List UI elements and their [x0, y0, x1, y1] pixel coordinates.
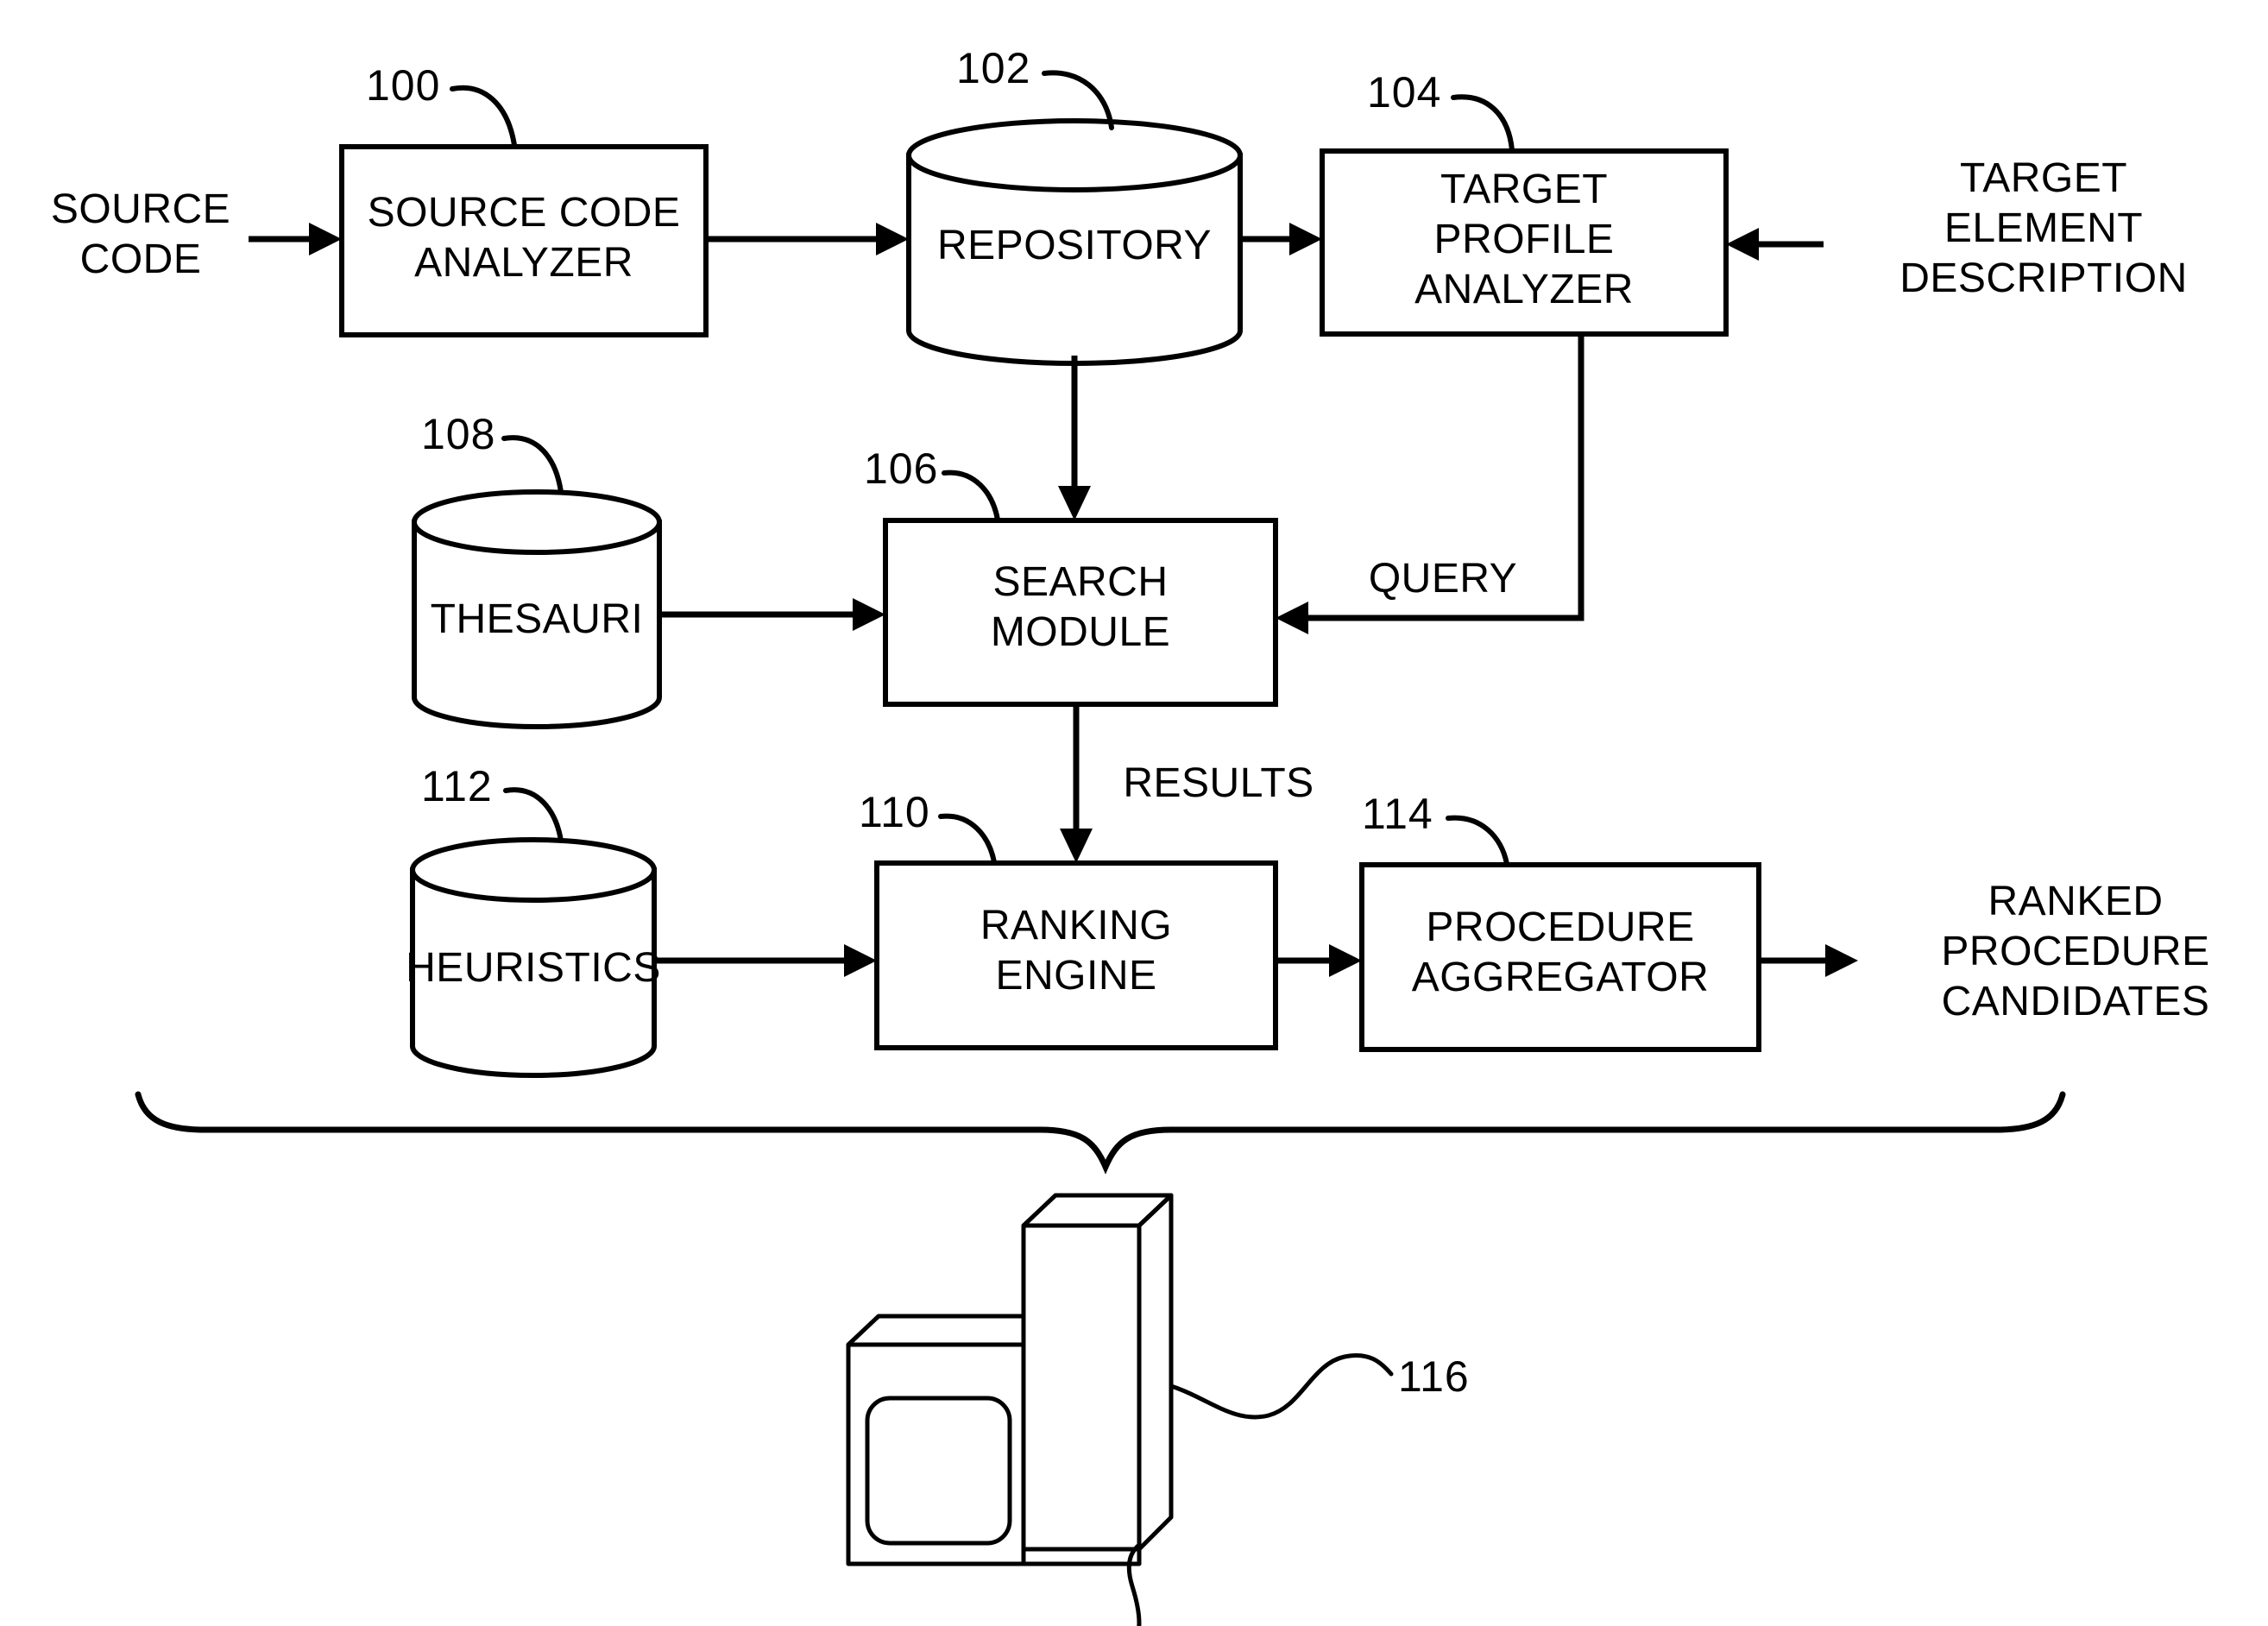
arrow-repository-to-target-profile-analyzer [1240, 223, 1322, 255]
procedure-aggregator-line-2: AGGREGATOR [1412, 955, 1710, 1000]
target-profile-analyzer-line-1: TARGET [1440, 167, 1608, 212]
reference-numeral-106: 106 [864, 444, 1000, 522]
edge-results: RESULTS [1060, 704, 1314, 863]
target-profile-analyzer-line-2: PROFILE [1434, 217, 1615, 262]
node-procedure-aggregator[interactable]: PROCEDURE AGGREGATOR [1359, 862, 1761, 1052]
reference-numeral-100: 100 [366, 61, 517, 148]
node-source-code-analyzer[interactable]: SOURCE CODE ANALYZER [339, 144, 709, 337]
reference-numeral-102: 102 [956, 44, 1114, 130]
ref-110-text: 110 [859, 788, 930, 836]
reference-numeral-114: 114 [1362, 790, 1509, 867]
arrow-heuristics-to-ranking-engine [654, 944, 877, 977]
target-element-description-line-3: DESCRIPTION [1899, 255, 2188, 301]
heuristics-label: HEURISTICS [406, 945, 661, 991]
ref-108-text: 108 [421, 410, 495, 458]
ranking-engine-line-2: ENGINE [995, 953, 1156, 999]
node-search-module[interactable]: SEARCH MODULE [883, 518, 1278, 707]
arrow-source-code-to-analyzer [249, 223, 342, 255]
node-ranking-engine[interactable]: RANKING ENGINE [874, 860, 1278, 1050]
arrow-aggregator-to-output [1759, 944, 1858, 977]
node-computer-system[interactable] [841, 1193, 1394, 1626]
results-label: RESULTS [1123, 760, 1314, 806]
node-target-profile-analyzer[interactable]: TARGET PROFILE ANALYZER [1320, 148, 1729, 337]
edge-query: QUERY [1276, 334, 1584, 634]
target-element-description-line-2: ELEMENT [1944, 205, 2143, 251]
reference-numeral-104: 104 [1367, 68, 1515, 153]
reference-numeral-116: 116 [1398, 1352, 1470, 1401]
repository-label: REPOSITORY [937, 223, 1212, 268]
target-profile-analyzer-line-3: ANALYZER [1414, 267, 1634, 312]
search-module-line-2: MODULE [991, 609, 1170, 655]
procedure-aggregator-line-1: PROCEDURE [1426, 904, 1694, 950]
system-grouping-brace [135, 1091, 2066, 1175]
query-label: QUERY [1369, 556, 1517, 602]
arrow-analyzer-to-repository [706, 223, 909, 255]
arrow-thesauri-to-search-module [659, 598, 885, 631]
block-diagram: SOURCE CODE SOURCE CODE ANALYZER 100 REP… [51, 44, 2209, 1626]
input-label-target-element-description: TARGET ELEMENT DESCRIPTION [1899, 155, 2188, 301]
ref-106-text: 106 [864, 444, 938, 493]
reference-numeral-112: 112 [421, 762, 564, 843]
ranking-engine-line-1: RANKING [980, 903, 1172, 948]
figure-canvas: SOURCE CODE SOURCE CODE ANALYZER 100 REP… [0, 0, 2268, 1626]
thesauri-label: THESAURI [431, 596, 644, 642]
ref-102-text: 102 [956, 44, 1030, 92]
ranked-procedure-candidates-line-3: CANDIDATES [1942, 979, 2210, 1024]
target-element-description-line-1: TARGET [1960, 155, 2127, 201]
ref-100-text: 100 [366, 61, 440, 110]
node-heuristics[interactable]: HEURISTICS [406, 837, 661, 1078]
node-thesauri[interactable]: THESAURI [412, 489, 662, 729]
arrow-ranking-engine-to-procedure-aggregator [1276, 944, 1362, 977]
ref-112-text: 112 [421, 762, 493, 810]
source-code-line-2: CODE [80, 236, 202, 282]
reference-numeral-108: 108 [421, 410, 564, 495]
input-label-source-code: SOURCE CODE [51, 186, 230, 282]
ref-104-text: 104 [1367, 68, 1441, 117]
ref-116-text: 116 [1398, 1352, 1470, 1401]
source-code-analyzer-line-2: ANALYZER [414, 240, 633, 286]
ranked-procedure-candidates-line-2: PROCEDURE [1941, 929, 2209, 974]
search-module-line-1: SEARCH [992, 559, 1168, 605]
ranked-procedure-candidates-line-1: RANKED [1988, 879, 2163, 924]
output-label-ranked-procedure-candidates: RANKED PROCEDURE CANDIDATES [1941, 879, 2209, 1024]
arrow-repository-to-search-module [1058, 356, 1091, 520]
ref-114-text: 114 [1362, 790, 1433, 838]
source-code-analyzer-line-1: SOURCE CODE [368, 190, 681, 236]
source-code-line-1: SOURCE [51, 186, 230, 232]
reference-numeral-110: 110 [859, 788, 997, 865]
node-repository[interactable]: REPOSITORY [906, 118, 1243, 366]
arrow-target-element-description-to-analyzer [1726, 228, 1824, 261]
